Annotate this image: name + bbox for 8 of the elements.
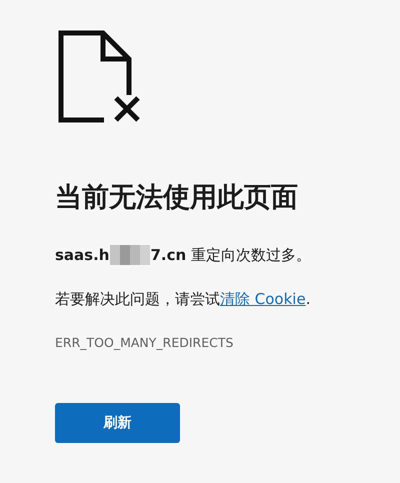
error-code: ERR_TOO_MANY_REDIRECTS [55, 335, 234, 351]
clear-cookie-link[interactable]: 清除 Cookie [220, 290, 306, 308]
host-end: 7.cn [150, 245, 186, 265]
message-text: 重定向次数过多。 [190, 245, 311, 265]
host-start: saas.h [55, 245, 110, 265]
suggestion-text: 若要解决此问题，请尝试清除 Cookie. [55, 289, 312, 309]
page-title: 当前无法使用此页面 [55, 181, 299, 215]
refresh-button[interactable]: 刷新 [55, 403, 180, 443]
